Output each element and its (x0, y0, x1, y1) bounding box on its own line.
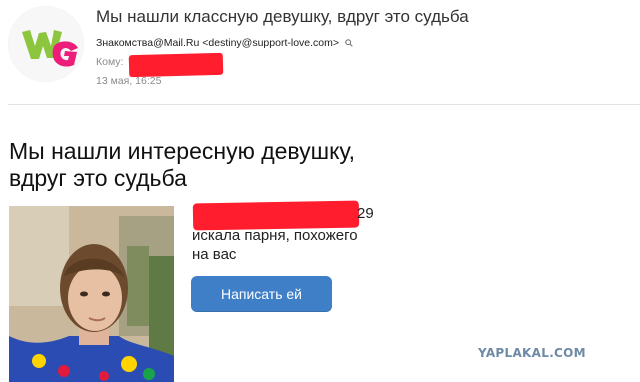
profile-description: искала парня, похожего на вас (192, 227, 358, 263)
message-headline: Мы нашли интересную девушку, вдруг это с… (9, 138, 356, 191)
header-divider (8, 104, 640, 105)
sender-address[interactable]: Знакомства@Mail.Ru <destiny@support-love… (96, 37, 339, 49)
email-header: Мы нашли классную девушку, вдруг это суд… (0, 0, 640, 100)
search-icon[interactable] (345, 38, 353, 50)
sender-line[interactable]: Знакомства@Mail.Ru <destiny@support-love… (96, 37, 353, 50)
sender-logo (8, 6, 84, 82)
logo-graphic (8, 6, 84, 82)
email-date: 13 мая, 16:25 (96, 75, 162, 87)
recipient-redaction (128, 52, 224, 78)
email-subject: Мы нашли классную девушку, вдруг это суд… (96, 7, 469, 26)
photo-illustration (9, 206, 174, 382)
recipient-label: Кому: (96, 56, 124, 68)
profile-photo[interactable] (9, 206, 174, 382)
profile-age: 29 (357, 205, 374, 222)
write-message-button[interactable]: Написать ей (191, 276, 332, 312)
watermark: YAPLAKAL.COM (478, 346, 586, 360)
